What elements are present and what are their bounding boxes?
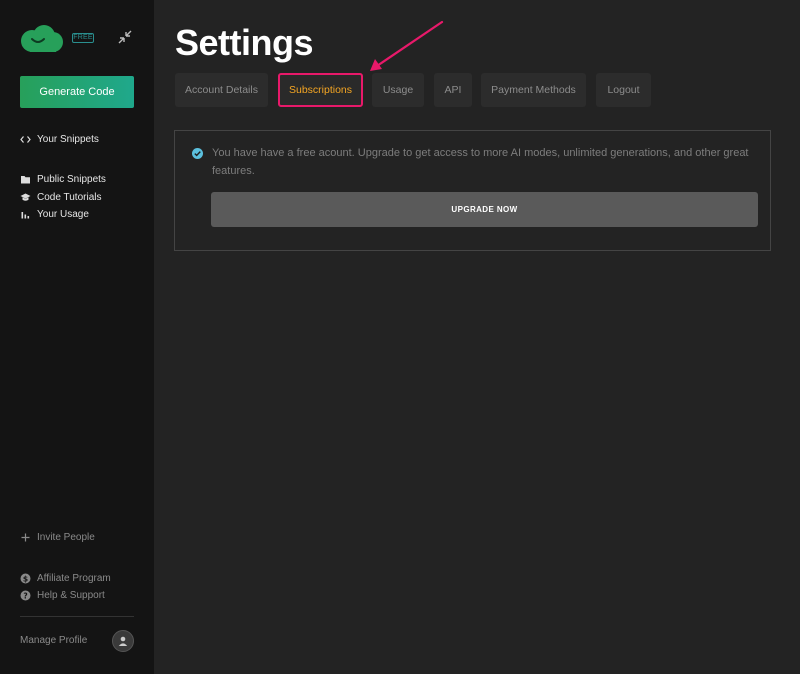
- plan-badge: FREE: [72, 33, 94, 43]
- subscription-notice: You have have a free acount. Upgrade to …: [174, 130, 771, 251]
- notice-text: You have have a free acount. Upgrade to …: [212, 147, 749, 177]
- sidebar: FREE Generate Code Your Snippets Public …: [0, 0, 154, 674]
- svg-text:$: $: [23, 574, 28, 583]
- nav-label: Public Snippets: [37, 174, 106, 185]
- plus-icon: [20, 532, 31, 543]
- nav-label: Invite People: [37, 532, 95, 543]
- nav-label: Your Usage: [37, 209, 89, 220]
- sidebar-divider: [20, 616, 134, 617]
- nav-label: Code Tutorials: [37, 192, 102, 203]
- nav-invite-people[interactable]: Invite People: [20, 532, 95, 543]
- nav-your-snippets[interactable]: Your Snippets: [20, 134, 99, 145]
- manage-profile-link[interactable]: Manage Profile: [20, 635, 87, 646]
- nav-affiliate-program[interactable]: $ Affiliate Program: [20, 573, 111, 584]
- cloud-smile-logo[interactable]: [20, 24, 64, 54]
- folder-icon: [20, 174, 31, 185]
- nav-help-support[interactable]: ? Help & Support: [20, 590, 105, 601]
- avatar[interactable]: [112, 630, 134, 652]
- svg-text:?: ?: [23, 591, 27, 600]
- tab-logout[interactable]: Logout: [596, 73, 651, 107]
- collapse-arrows-icon[interactable]: [116, 28, 134, 46]
- question-icon: ?: [20, 590, 31, 601]
- tab-usage[interactable]: Usage: [372, 73, 424, 107]
- page-title: Settings: [175, 22, 314, 63]
- dollar-icon: $: [20, 573, 31, 584]
- tab-account-details[interactable]: Account Details: [175, 73, 268, 107]
- nav-label: Affiliate Program: [37, 573, 111, 584]
- nav-your-usage[interactable]: Your Usage: [20, 209, 89, 220]
- user-icon: [118, 636, 128, 646]
- nav-code-tutorials[interactable]: Code Tutorials: [20, 192, 101, 203]
- tab-subscriptions[interactable]: Subscriptions: [278, 73, 363, 107]
- code-brackets-icon: [20, 134, 31, 145]
- check-circle-icon: [192, 148, 203, 159]
- annotation-arrow: [370, 20, 444, 71]
- bar-chart-icon: [20, 209, 31, 220]
- generate-code-button[interactable]: Generate Code: [20, 76, 134, 108]
- nav-label: Your Snippets: [37, 134, 99, 145]
- graduation-cap-icon: [20, 192, 31, 203]
- nav-public-snippets[interactable]: Public Snippets: [20, 174, 106, 185]
- upgrade-now-button[interactable]: UPGRADE NOW: [211, 192, 758, 227]
- tab-api[interactable]: API: [434, 73, 472, 107]
- nav-label: Help & Support: [37, 590, 105, 601]
- tab-payment-methods[interactable]: Payment Methods: [481, 73, 586, 107]
